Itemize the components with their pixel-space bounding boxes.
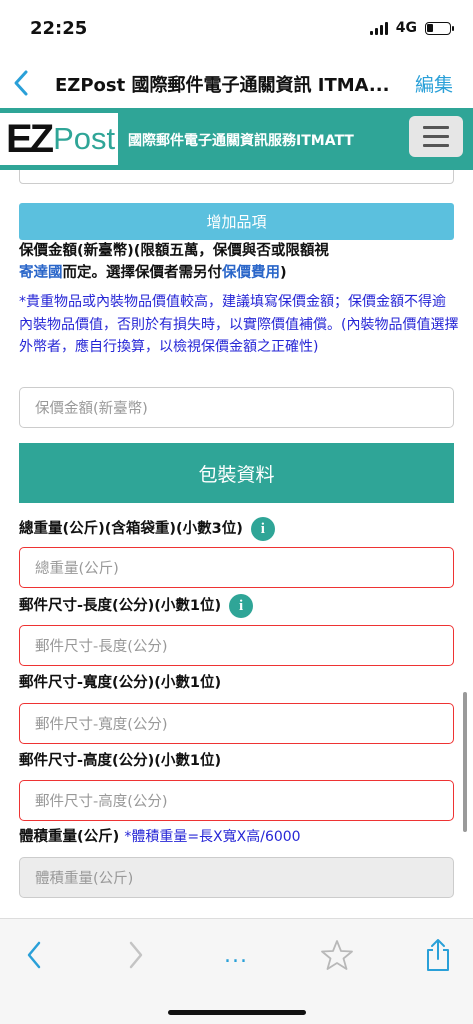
previous-input-field[interactable] [19, 170, 454, 184]
hamburger-menu-icon[interactable] [409, 116, 463, 157]
info-icon[interactable]: i [229, 594, 254, 618]
insurance-fee-link[interactable]: 保價費用 [222, 265, 280, 281]
more-dots-icon: ... [224, 942, 248, 968]
insured-label-close: ) [280, 265, 287, 281]
browser-toolbar: ... [0, 918, 473, 1024]
height-label: 郵件尺寸-高度(公分)(小數1位) [19, 753, 222, 769]
volume-weight-label: 體積重量(公斤) *體積重量=長X寬X高/6000 [19, 826, 301, 848]
share-icon [427, 939, 449, 971]
add-item-button[interactable]: 增加品項 [19, 203, 454, 240]
insured-label-line1: 保價金額(新臺幣)(限額五萬，保價與否或限額視 [19, 243, 329, 259]
page-title: EZPost 國際郵件電子通關資訊 ITMA... [55, 75, 390, 96]
site-header: EZ Post 國際郵件電子通關資訊服務ITMATT [0, 108, 473, 170]
forward-arrow-icon [129, 941, 143, 969]
status-indicators: 4G [369, 20, 454, 36]
insured-value-input[interactable]: 保價金額(新臺幣) [19, 387, 454, 428]
insured-value-label: 保價金額(新臺幣)(限額五萬，保價與否或限額視 寄達國而定。選擇保價者需另付保價… [19, 240, 329, 284]
volume-weight-formula: *體積重量=長X寬X高/6000 [124, 829, 301, 845]
battery-icon [425, 21, 454, 35]
status-bar: 22:25 4G [0, 0, 473, 58]
total-weight-input[interactable]: 總重量(公斤) [19, 547, 454, 588]
length-label-text: 郵件尺寸-長度(公分)(小數1位) [19, 598, 222, 614]
back-button[interactable] [14, 937, 54, 973]
home-indicator [168, 1010, 306, 1015]
total-weight-label-text: 總重量(公斤)(含箱袋重)(小數3位) [19, 521, 243, 537]
network-type: 4G [395, 20, 417, 36]
insured-label-line2: 而定。選擇保價者需另付 [62, 265, 223, 281]
length-label: 郵件尺寸-長度(公分)(小數1位) i [19, 594, 254, 618]
insured-value-note: *貴重物品或內裝物品價值較高，建議填寫保價金額；保價金額不得逾內裝物品價值，否則… [19, 294, 459, 355]
form-content: 增加品項 保價金額(新臺幣)(限額五萬，保價與否或限額視 寄達國而定。選擇保價者… [0, 170, 473, 918]
ezpost-logo[interactable]: EZ Post [0, 113, 118, 165]
bookmark-button[interactable] [317, 937, 357, 973]
logo-ez-text: EZ [6, 116, 54, 161]
star-icon [321, 940, 353, 970]
width-label: 郵件尺寸-寬度(公分)(小數1位) [19, 675, 222, 691]
signal-icon [369, 21, 388, 35]
volume-weight-input: 體積重量(公斤) [19, 857, 454, 898]
browser-nav-bar: EZPost 國際郵件電子通關資訊 ITMA... 編集 [0, 58, 473, 108]
packaging-section-header: 包裝資料 [19, 443, 454, 503]
status-time: 22:25 [30, 18, 88, 39]
forward-button[interactable] [116, 937, 156, 973]
back-chevron-icon[interactable] [10, 68, 32, 98]
width-input[interactable]: 郵件尺寸-寬度(公分) [19, 703, 454, 744]
length-input[interactable]: 郵件尺寸-長度(公分) [19, 625, 454, 666]
total-weight-label: 總重量(公斤)(含箱袋重)(小數3位) i [19, 517, 275, 541]
info-icon[interactable]: i [250, 517, 275, 541]
back-arrow-icon [27, 941, 41, 969]
scrollbar[interactable] [463, 692, 467, 832]
volume-weight-label-text: 體積重量(公斤) [19, 829, 120, 845]
site-title: 國際郵件電子通關資訊服務ITMATT [128, 133, 354, 149]
height-input[interactable]: 郵件尺寸-高度(公分) [19, 780, 454, 821]
edit-button[interactable]: 編集 [415, 70, 453, 97]
logo-post-text: Post [53, 121, 116, 156]
more-button[interactable]: ... [216, 937, 256, 973]
share-button[interactable] [418, 937, 458, 973]
destination-country-link[interactable]: 寄達國 [19, 265, 63, 281]
